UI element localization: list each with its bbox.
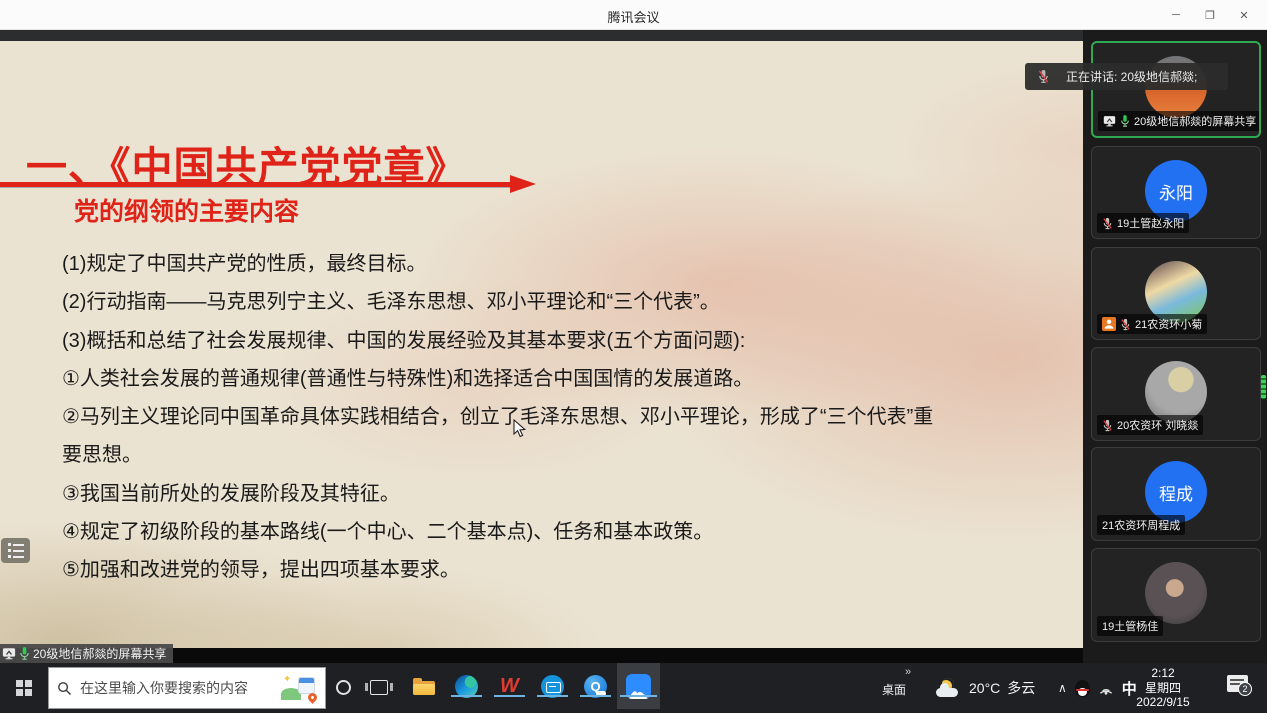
participant-label: 21农资环小菊 xyxy=(1097,314,1207,334)
slide-subtitle: 党的纲领的主要内容 xyxy=(74,192,299,228)
wps-office-button[interactable]: W xyxy=(488,663,531,709)
slide-line: ③我国当前所处的发展阶段及其特征。 xyxy=(62,477,1012,515)
slide-line: ④规定了初级阶段的基本路线(一个中心、二个基本点)、任务和基本政策。 xyxy=(62,515,1012,553)
windows-taskbar: ✦ W xyxy=(0,663,1267,713)
participants-sidebar: 20级地信郝燚的屏幕共享 永阳 19土管赵永阳 xyxy=(1083,30,1267,663)
netdisk-button[interactable] xyxy=(531,663,574,709)
window-titlebar: 腾讯会议 ─ ❐ ✕ xyxy=(0,0,1267,30)
minimize-icon[interactable]: ─ xyxy=(1159,0,1193,30)
participant-label: 20农资环 刘晓燚 xyxy=(1097,415,1203,435)
tencent-meeting-button[interactable] xyxy=(617,663,660,709)
participant-tile[interactable]: 20农资环 刘晓燚 xyxy=(1091,347,1261,441)
share-top-strip xyxy=(0,30,1083,41)
slide-line: ①人类社会发展的普通规律(普通性与特殊性)和选择适合中国国情的发展道路。 xyxy=(62,362,1012,400)
participant-tile[interactable]: 21农资环小菊 xyxy=(1091,247,1261,340)
list-icon xyxy=(8,543,24,558)
weather-cloudy-night-icon xyxy=(936,678,962,698)
mic-muted-icon xyxy=(1037,69,1050,84)
mic-on-icon xyxy=(19,646,30,661)
participant-label: 21农资环周程成 xyxy=(1097,515,1185,535)
weather-widget[interactable]: 20°C 多云 xyxy=(936,663,1035,713)
cortana-icon[interactable] xyxy=(336,680,351,695)
member-badge-icon xyxy=(1102,317,1116,331)
slide-line: ⑤加强和改进党的领导，提出四项基本要求。 xyxy=(62,553,1012,591)
share-banner-label: 20级地信郝燚的屏幕共享 xyxy=(33,645,166,662)
desktop-toolbar-label[interactable]: 桌面 xyxy=(882,681,906,698)
mic-on-icon xyxy=(1120,114,1130,128)
weather-condition: 多云 xyxy=(1007,678,1035,698)
avatar xyxy=(1145,562,1207,624)
qq-browser-button[interactable]: Q xyxy=(574,663,617,709)
weather-temperature: 20°C xyxy=(969,680,1000,696)
screen-share-banner[interactable]: 20级地信郝燚的屏幕共享 xyxy=(0,644,173,663)
participant-tile[interactable]: 19土管杨佳 xyxy=(1091,548,1261,642)
restore-icon[interactable]: ❐ xyxy=(1193,0,1227,30)
screen-share-icon xyxy=(1103,115,1116,127)
avatar xyxy=(1145,361,1207,423)
participant-tile[interactable]: 程成 21农资环周程成 xyxy=(1091,447,1261,541)
red-arrow-line xyxy=(0,182,512,187)
mic-muted-icon xyxy=(1120,318,1131,331)
slide-nav-button[interactable] xyxy=(1,538,30,563)
clock-date: 2022/9/15 xyxy=(1130,695,1196,710)
mic-muted-icon xyxy=(1102,217,1113,230)
slide-body: (1)规定了中国共产党的性质，最终目标。 (2)行动指南——马克思列宁主义、毛泽… xyxy=(62,247,1012,592)
screen-share-icon xyxy=(2,647,16,660)
slide-line: (1)规定了中国共产党的性质，最终目标。 xyxy=(62,247,1012,285)
slide-line: (2)行动指南——马克思列宁主义、毛泽东思想、邓小平理论和“三个代表”。 xyxy=(62,285,1012,323)
speaking-indicator-toast: 正在讲话: 20级地信郝燚; xyxy=(1025,63,1228,90)
participant-label: 19土管杨佳 xyxy=(1097,616,1163,636)
network-signal-icon[interactable] xyxy=(1098,681,1114,696)
folder-icon xyxy=(413,678,435,695)
mic-muted-icon xyxy=(1102,419,1113,432)
pinned-apps: W Q xyxy=(402,663,660,713)
window-title: 腾讯会议 xyxy=(0,7,1267,26)
toolbar-overflow-icon[interactable]: » xyxy=(905,666,911,678)
tencent-meeting-window: 腾讯会议 ─ ❐ ✕ 一、《中国共产党党章》 党的纲领的主要内容 (1)规定了中… xyxy=(0,0,1267,713)
avatar-initials: 程成 xyxy=(1145,461,1207,523)
taskbar-clock[interactable]: 2:12 星期四 2022/9/15 xyxy=(1130,666,1196,710)
search-input[interactable] xyxy=(80,680,281,696)
edge-browser-button[interactable] xyxy=(445,663,488,709)
slide-line: (3)概括和总结了社会发展规律、中国的发展经验及其基本要求(五个方面问题): xyxy=(62,324,1012,362)
action-center-button[interactable]: 2 xyxy=(1227,675,1248,692)
taskbar-search[interactable]: ✦ xyxy=(48,667,326,709)
file-explorer-button[interactable] xyxy=(402,663,445,709)
windows-logo-icon xyxy=(16,680,32,696)
search-highlights-icon[interactable]: ✦ xyxy=(281,674,317,702)
window-controls: ─ ❐ ✕ xyxy=(1159,0,1261,30)
mouse-cursor-icon xyxy=(513,419,526,438)
system-tray: ∧ 中 xyxy=(1058,663,1137,713)
slide-line: ②马列主义理论同中国革命具体实践相结合，创立了毛泽东思想、邓小平理论，形成了“三… xyxy=(62,400,1012,438)
slide-line: 要思想。 xyxy=(62,438,1012,476)
clock-time: 2:12 xyxy=(1130,666,1196,681)
clock-weekday: 星期四 xyxy=(1130,681,1196,696)
qq-tray-icon[interactable] xyxy=(1075,680,1090,697)
task-view-icon[interactable] xyxy=(370,680,388,695)
close-icon[interactable]: ✕ xyxy=(1227,0,1261,30)
participant-tile[interactable]: 永阳 19土管赵永阳 xyxy=(1091,146,1261,239)
presentation-slide: 一、《中国共产党党章》 党的纲领的主要内容 (1)规定了中国共产党的性质，最终目… xyxy=(0,41,1083,648)
search-icon xyxy=(57,681,72,696)
red-arrow-head xyxy=(510,175,536,193)
start-button[interactable] xyxy=(0,663,48,713)
tray-chevron-up-icon[interactable]: ∧ xyxy=(1058,681,1067,695)
participant-label: 20级地信郝燚的屏幕共享 xyxy=(1098,111,1261,131)
notification-badge: 2 xyxy=(1238,682,1252,696)
participant-label: 19土管赵永阳 xyxy=(1097,213,1189,233)
sidebar-scrollbar-thumb[interactable] xyxy=(1261,375,1266,399)
speaking-indicator-text: 正在讲话: 20级地信郝燚; xyxy=(1066,68,1197,85)
